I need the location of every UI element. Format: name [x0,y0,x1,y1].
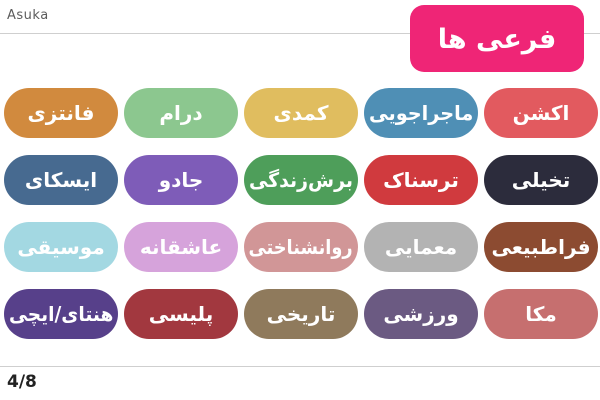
genre-label: اکشن [512,101,570,125]
genre-button[interactable]: ماجراجویی [364,88,478,138]
genre-grid: اکشن ماجراجویی کمدی درام فانتزی تخیلی ترسناک بر… [4,88,598,339]
genre-selection-screen: Asuka فرعی ها اکشن ماجراجویی کمدی درام فانتز… [0,0,600,400]
genre-label: فانتزی [27,101,95,125]
genre-button[interactable]: هنتای/ایچی [4,289,118,339]
genre-button[interactable]: موسیقی [4,222,118,272]
genre-button[interactable]: معمایی [364,222,478,272]
genre-label: کمدی [273,101,329,125]
genre-button[interactable]: تاریخی [244,289,358,339]
genre-label: هنتای/ایچی [8,302,114,326]
genre-button[interactable]: روانشناختی [244,222,358,272]
genre-label: موسیقی [17,235,105,259]
genre-button[interactable]: درام [124,88,238,138]
genre-button[interactable]: عاشقانه [124,222,238,272]
genre-label: ترسناک [383,168,459,192]
genre-button[interactable]: ترسناک [364,155,478,205]
genre-button[interactable]: جادو [124,155,238,205]
genre-button[interactable]: اکشن [484,88,598,138]
genre-label: فراطبیعی [491,235,591,259]
genre-button[interactable]: پلیسی [124,289,238,339]
footer-divider [0,366,600,367]
genre-label: روانشناختی [248,235,354,259]
genre-label: برش‌زندگی [249,168,353,192]
genre-button[interactable]: ورزشی [364,289,478,339]
genre-button[interactable]: مکا [484,289,598,339]
app-name: Asuka [7,8,49,23]
genre-button[interactable]: فراطبیعی [484,222,598,272]
genre-button[interactable]: کمدی [244,88,358,138]
page-title: فرعی ها [410,5,584,72]
genre-label: عاشقانه [139,235,223,259]
genre-label: ایسکای [24,168,98,192]
genre-label: ورزشی [383,302,459,326]
genre-button[interactable]: فانتزی [4,88,118,138]
genre-label: درام [159,101,203,125]
genre-button[interactable]: برش‌زندگی [244,155,358,205]
page-indicator: 4/8 [7,372,37,392]
genre-label: مکا [525,302,557,326]
genre-button[interactable]: ایسکای [4,155,118,205]
genre-label: معمایی [384,235,458,259]
genre-label: ماجراجویی [368,101,474,125]
genre-label: تخیلی [511,168,571,192]
genre-button[interactable]: تخیلی [484,155,598,205]
genre-label: پلیسی [148,302,214,326]
genre-label: جادو [158,168,204,192]
genre-label: تاریخی [266,302,336,326]
